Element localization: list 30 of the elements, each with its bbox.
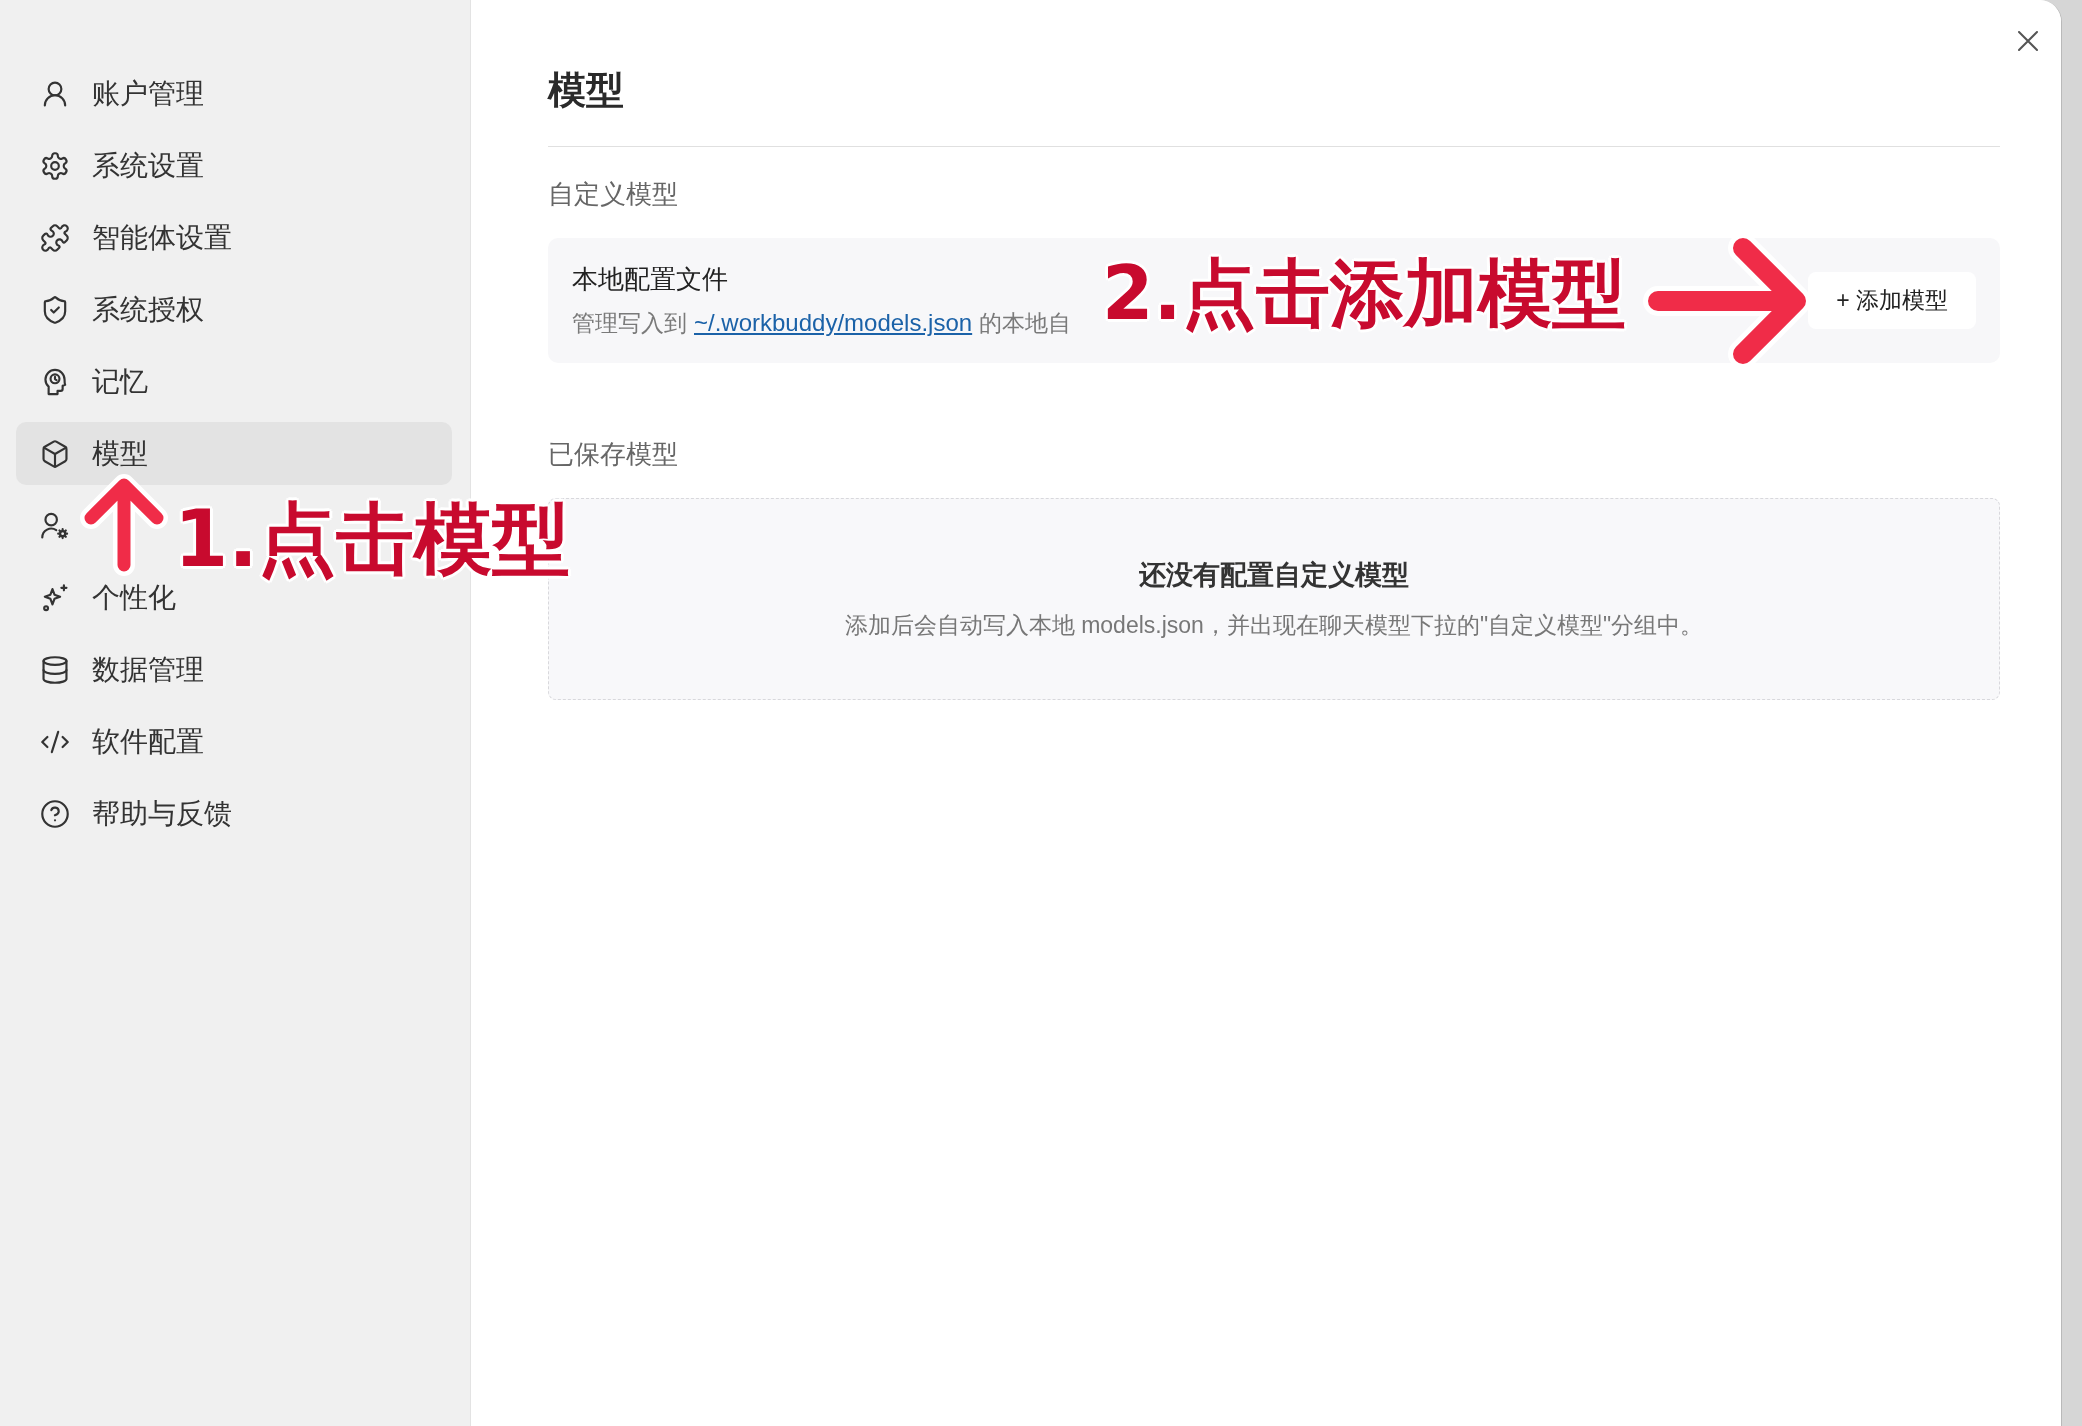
file-path-link[interactable]: ~/.workbuddy/models.json — [694, 309, 973, 336]
sidebar-item[interactable]: 软件配置 — [16, 710, 452, 773]
user-icon — [41, 79, 69, 108]
sidebar-item[interactable]: 智能体设置 — [16, 206, 452, 269]
card-title: 本地配置文件 — [572, 263, 729, 296]
card-description: 管理写入到 ~/.workbuddy/models.json 的本地自 — [572, 308, 1072, 338]
section-heading: 自定义模型 — [548, 178, 679, 211]
close-icon[interactable] — [2018, 31, 2038, 51]
sidebar-item[interactable]: 记忆 — [16, 350, 452, 413]
shield-check-icon — [41, 295, 69, 324]
help-icon — [41, 799, 69, 828]
page-title: 模型 — [548, 68, 625, 113]
puzzle-icon — [41, 223, 69, 252]
database-icon — [41, 655, 69, 684]
sparkle-icon — [41, 583, 69, 612]
sidebar-item[interactable]: 模型 — [16, 422, 452, 485]
empty-state-title: 还没有配置自定义模型 — [1139, 559, 1409, 592]
sidebar-item[interactable]: 帮助与反馈 — [16, 782, 452, 845]
add-model-button[interactable]: + 添加模型 — [1808, 271, 1976, 329]
sidebar-item[interactable]: 数据管理 — [16, 638, 452, 701]
settings-icon — [41, 151, 69, 180]
user-gear-icon — [41, 511, 69, 540]
sidebar-item[interactable]: 账户管理 — [16, 62, 452, 125]
sidebar-item[interactable]: 系统设置 — [16, 134, 452, 197]
cube-icon — [41, 439, 69, 468]
section-heading: 已保存模型 — [548, 438, 679, 471]
empty-state-message: 添加后会自动写入本地 models.json，并出现在聊天模型下拉的"自定义模型"分组中。 — [844, 611, 1704, 640]
sidebar-item[interactable]: 系统授权 — [16, 278, 452, 341]
head-icon — [41, 367, 69, 396]
up-arrow-icon — [80, 474, 168, 576]
